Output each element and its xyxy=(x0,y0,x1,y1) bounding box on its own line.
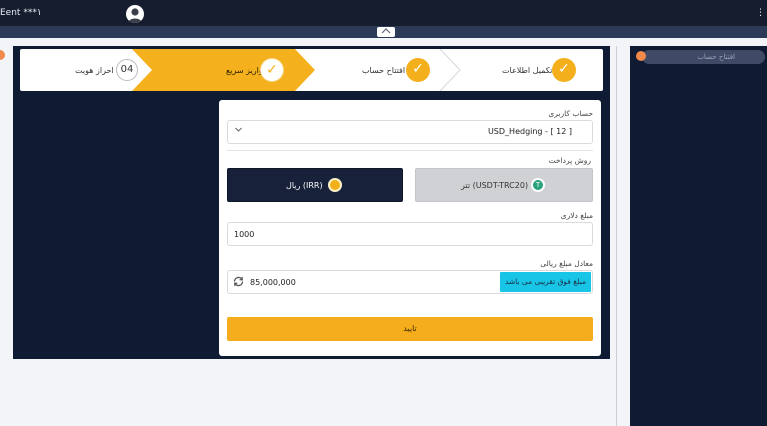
step-label: واریز سریع xyxy=(226,66,263,75)
notification-dot xyxy=(0,50,5,60)
rial-coin-icon xyxy=(328,178,342,192)
pay-irr-label: ریال (IRR) xyxy=(286,181,323,190)
scrollbar[interactable] xyxy=(616,46,617,426)
step-number: 04 xyxy=(116,59,138,81)
rial-equivalent-label: معادل مبلغ ریالی xyxy=(540,259,593,268)
step-label: احراز هویت xyxy=(75,66,114,75)
pay-usdt-label: تتر (USDT-TRC20) xyxy=(461,181,529,190)
chevron-down-icon xyxy=(234,125,243,137)
account-field-label: حساب کاربری xyxy=(548,109,593,118)
usd-amount-value: 1000 xyxy=(234,230,255,239)
rial-equivalent-field: 85,000,000 مبلغ فوق تقریبی می باشد xyxy=(227,270,593,294)
account-name[interactable]: Eent ***١ xyxy=(0,8,42,18)
usd-amount-label: مبلغ دلاری xyxy=(560,211,593,220)
payment-method-label: روش پرداخت xyxy=(548,156,591,165)
check-icon: ✓ xyxy=(260,58,284,82)
account-select-value: USD_Hedging - [ 12 ] xyxy=(487,127,572,136)
refresh-icon[interactable] xyxy=(232,275,245,291)
more-menu-icon[interactable]: ⋮ xyxy=(756,8,765,18)
check-icon: ✓ xyxy=(406,58,430,82)
sidebar-item-label: افتتاح حساب xyxy=(697,53,735,61)
confirm-button[interactable]: تایید xyxy=(227,317,593,341)
tether-icon: T xyxy=(531,178,545,192)
deposit-form: حساب کاربری USD_Hedging - [ 12 ] روش پرد… xyxy=(219,100,601,356)
right-sidebar: افتتاح حساب xyxy=(630,46,767,426)
avatar[interactable] xyxy=(126,5,144,23)
top-bar: Eent ***١ ⋮ xyxy=(0,0,767,26)
pay-usdt-button[interactable]: تتر (USDT-TRC20) T xyxy=(415,168,593,202)
step-label: تکمیل اطلاعات xyxy=(502,66,553,75)
sidebar-item-open-account[interactable]: افتتاح حساب xyxy=(642,50,765,64)
check-icon: ✓ xyxy=(552,58,576,82)
user-icon xyxy=(128,8,142,23)
pay-irr-button[interactable]: ریال (IRR) xyxy=(227,168,403,202)
account-select[interactable]: USD_Hedging - [ 12 ] xyxy=(227,120,593,144)
usd-amount-input[interactable]: 1000 xyxy=(227,222,593,246)
divider xyxy=(227,150,593,151)
collapse-toggle-button[interactable] xyxy=(377,27,395,37)
rial-equivalent-value: 85,000,000 xyxy=(250,278,296,287)
progress-stepper: تکمیل اطلاعات ✓ افتتاح حساب ✓ واریز سریع… xyxy=(20,49,603,91)
approx-note-badge: مبلغ فوق تقریبی می باشد xyxy=(499,272,591,292)
notification-dot xyxy=(636,51,646,61)
chevron-up-icon xyxy=(381,28,391,34)
step-label: افتتاح حساب xyxy=(362,66,406,75)
